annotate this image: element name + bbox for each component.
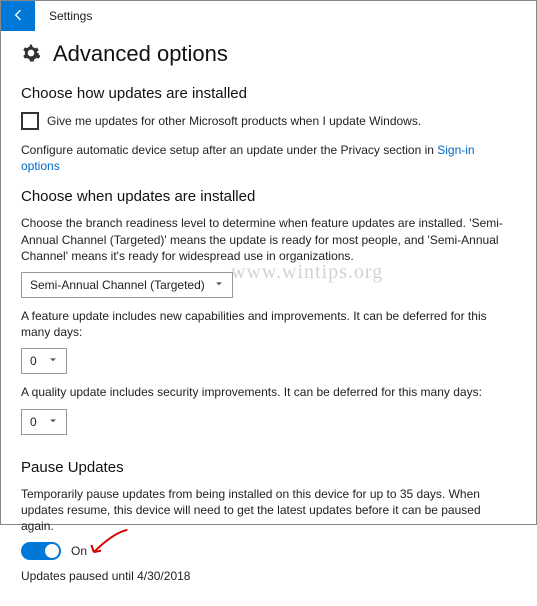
page-header: Advanced options xyxy=(21,41,516,67)
toggle-state-label: On xyxy=(71,543,87,559)
feature-defer-label: A feature update includes new capabiliti… xyxy=(21,308,516,340)
checkbox-unchecked-icon[interactable] xyxy=(21,112,39,130)
quality-defer-value: 0 xyxy=(30,415,37,429)
other-products-label: Give me updates for other Microsoft prod… xyxy=(47,113,421,129)
toggle-knob-icon xyxy=(45,544,59,558)
branch-readiness-select[interactable]: Semi-Annual Channel (Targeted) xyxy=(21,272,233,298)
paused-until-text: Updates paused until 4/30/2018 xyxy=(21,568,516,584)
page-title: Advanced options xyxy=(53,41,228,67)
pause-updates-toggle[interactable] xyxy=(21,542,61,560)
quality-defer-select[interactable]: 0 xyxy=(21,409,67,435)
window-titlebar: Settings xyxy=(1,1,536,31)
section-pause-title: Pause Updates xyxy=(21,459,516,476)
branch-readiness-value: Semi-Annual Channel (Targeted) xyxy=(30,278,205,292)
chevron-down-icon xyxy=(214,278,224,292)
section-install-how-title: Choose how updates are installed xyxy=(21,85,516,102)
gear-icon xyxy=(21,43,41,66)
privacy-config-prefix: Configure automatic device setup after a… xyxy=(21,143,437,157)
feature-defer-value: 0 xyxy=(30,354,37,368)
feature-defer-select[interactable]: 0 xyxy=(21,348,67,374)
other-products-checkbox-row[interactable]: Give me updates for other Microsoft prod… xyxy=(21,112,516,130)
chevron-down-icon xyxy=(48,415,58,429)
quality-defer-label: A quality update includes security impro… xyxy=(21,384,516,400)
window-title: Settings xyxy=(49,9,92,23)
arrow-left-icon xyxy=(10,7,26,26)
chevron-down-icon xyxy=(48,354,58,368)
pause-desc: Temporarily pause updates from being ins… xyxy=(21,486,516,535)
back-button[interactable] xyxy=(1,1,35,31)
privacy-config-text: Configure automatic device setup after a… xyxy=(21,142,516,174)
section-install-when-title: Choose when updates are installed xyxy=(21,188,516,205)
branch-desc: Choose the branch readiness level to det… xyxy=(21,215,516,264)
